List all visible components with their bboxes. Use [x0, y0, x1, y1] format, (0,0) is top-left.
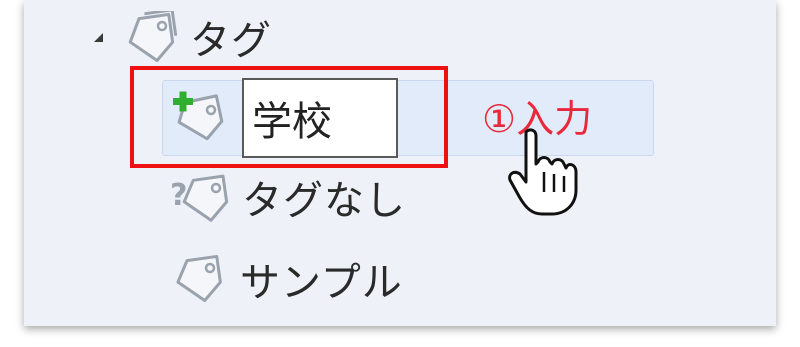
highlight-box — [130, 66, 448, 168]
tree-item-untagged[interactable]: ? タグなし — [170, 168, 406, 226]
tag-tree-panel: タグ ①入力 ? タグなし — [24, 0, 776, 326]
tag-icon — [124, 11, 180, 63]
tree-item-label: サンプル — [240, 260, 403, 306]
svg-text:?: ? — [170, 178, 187, 213]
tag-icon — [170, 253, 230, 305]
tree-item-tags[interactable]: タグ — [124, 8, 272, 66]
hand-pointer-cursor-icon — [508, 128, 578, 222]
untagged-icon: ? — [170, 171, 234, 223]
tree-item-label: タグなし — [242, 178, 406, 224]
tree-item-sample[interactable]: サンプル — [170, 250, 403, 308]
tree-item-label: タグ — [190, 18, 272, 64]
collapse-triangle-icon[interactable] — [94, 33, 103, 42]
